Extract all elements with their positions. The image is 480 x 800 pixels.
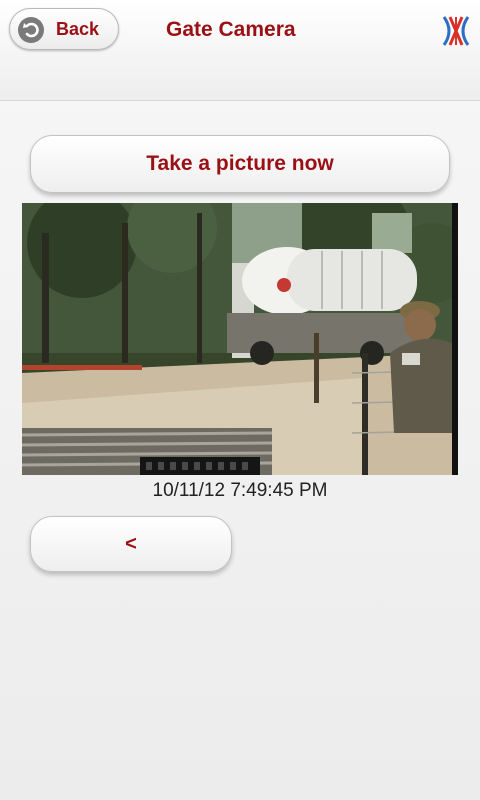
- company-logo-icon: [440, 14, 472, 48]
- back-button[interactable]: Back: [9, 8, 119, 50]
- camera-image: [22, 203, 458, 475]
- back-label: Back: [56, 19, 100, 39]
- take-picture-button[interactable]: Take a picture now: [30, 135, 450, 193]
- previous-picture-button[interactable]: <: [30, 516, 232, 572]
- app-header: Back Gate Camera: [0, 0, 480, 101]
- circle-arrow-back-icon: [18, 17, 44, 43]
- page-title: Gate Camera: [166, 18, 296, 41]
- photo-timestamp: 10/11/12 7:49:45 PM: [152, 480, 328, 501]
